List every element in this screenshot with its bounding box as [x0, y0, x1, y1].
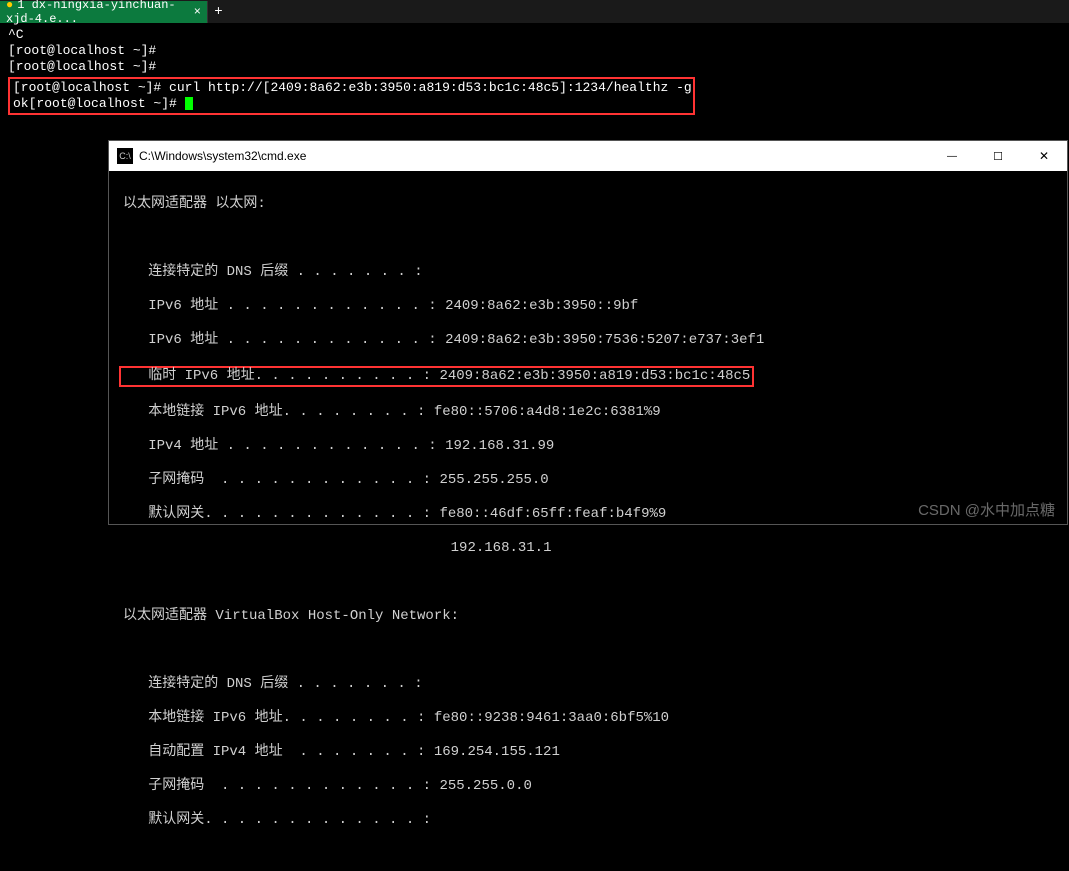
cmd-icon: C:\	[117, 148, 133, 164]
cursor-icon	[185, 97, 193, 110]
tab-label: 1 dx-ningxia-yinchuan-xjd-4.e...	[6, 0, 176, 26]
link-local-ipv6-row: 本地链接 IPv6 地址. . . . . . . . : fe80::5706…	[123, 404, 1053, 421]
subnet-mask-row: 子网掩码 . . . . . . . . . . . . : 255.255.2…	[123, 472, 1053, 489]
ipv6-row: IPv6 地址 . . . . . . . . . . . . : 2409:8…	[123, 332, 1053, 349]
terminal-window: ●1 dx-ningxia-yinchuan-xjd-4.e... × + ^C…	[0, 0, 1069, 119]
window-title: C:\ C:\Windows\system32\cmd.exe	[117, 148, 306, 164]
ipv4-row: IPv4 地址 . . . . . . . . . . . . : 192.16…	[123, 438, 1053, 455]
ipv6-row: IPv6 地址 . . . . . . . . . . . . : 2409:8…	[123, 298, 1053, 315]
cmd-output[interactable]: 以太网适配器 以太网: 连接特定的 DNS 后缀 . . . . . . . :…	[109, 171, 1067, 871]
window-controls	[929, 141, 1067, 171]
highlight-box: [root@localhost ~]# curl http://[2409:8a…	[8, 77, 695, 115]
output-line: ^C	[8, 27, 1061, 43]
curl-response-line: ok[root@localhost ~]#	[13, 96, 690, 112]
tab-bar: ●1 dx-ningxia-yinchuan-xjd-4.e... × +	[0, 0, 1069, 23]
prompt-line: [root@localhost ~]#	[8, 43, 1061, 59]
curl-command-line: [root@localhost ~]# curl http://[2409:8a…	[13, 80, 690, 96]
temp-ipv6-row: 临时 IPv6 地址. . . . . . . . . . : 2409:8a6…	[123, 366, 1053, 387]
adapter-header: 以太网适配器 VirtualBox Host-Only Network:	[123, 608, 1053, 625]
terminal-tab[interactable]: ●1 dx-ningxia-yinchuan-xjd-4.e... ×	[0, 1, 207, 23]
tab-indicator-icon: ●	[6, 0, 13, 12]
maximize-button[interactable]	[975, 141, 1021, 171]
dns-suffix-row: 连接特定的 DNS 后缀 . . . . . . . :	[123, 676, 1053, 693]
close-icon[interactable]: ×	[194, 5, 201, 19]
gateway-row: 默认网关. . . . . . . . . . . . . :	[123, 812, 1053, 829]
watermark: CSDN @水中加点糖	[918, 499, 1055, 520]
new-tab-button[interactable]: +	[207, 1, 229, 23]
auto-ipv4-row: 自动配置 IPv4 地址 . . . . . . . : 169.254.155…	[123, 744, 1053, 761]
window-title-text: C:\Windows\system32\cmd.exe	[139, 149, 306, 163]
gateway-row2: 192.168.31.1	[123, 540, 1053, 557]
adapter-header: 以太网适配器 以太网:	[123, 196, 1053, 213]
link-local-ipv6-row: 本地链接 IPv6 地址. . . . . . . . : fe80::9238…	[123, 710, 1053, 727]
gateway-row: 默认网关. . . . . . . . . . . . . : fe80::46…	[123, 506, 1053, 523]
window-titlebar[interactable]: C:\ C:\Windows\system32\cmd.exe	[109, 141, 1067, 171]
minimize-button[interactable]	[929, 141, 975, 171]
dns-suffix-row: 连接特定的 DNS 后缀 . . . . . . . :	[123, 264, 1053, 281]
terminal-output[interactable]: ^C [root@localhost ~]# [root@localhost ~…	[0, 23, 1069, 119]
close-button[interactable]	[1021, 141, 1067, 171]
cmd-window: C:\ C:\Windows\system32\cmd.exe 以太网适配器 以…	[108, 140, 1068, 525]
subnet-mask-row: 子网掩码 . . . . . . . . . . . . : 255.255.0…	[123, 778, 1053, 795]
prompt-line: [root@localhost ~]#	[8, 59, 1061, 75]
